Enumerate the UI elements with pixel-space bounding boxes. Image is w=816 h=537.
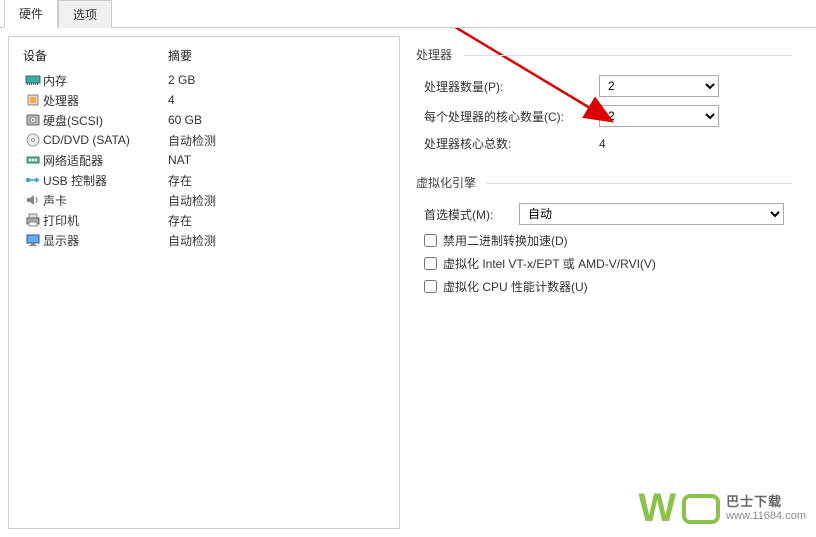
device-row[interactable]: 内存2 GB <box>9 70 399 90</box>
device-name: 处理器 <box>43 92 168 109</box>
device-name: USB 控制器 <box>43 172 168 189</box>
device-name: 硬盘(SCSI) <box>43 112 168 129</box>
device-summary: 2 GB <box>168 73 389 87</box>
cd-icon <box>23 133 43 147</box>
device-name: 内存 <box>43 72 168 89</box>
device-summary: 自动检测 <box>168 232 389 249</box>
header-summary: 摘要 <box>168 47 389 64</box>
device-row[interactable]: CD/DVD (SATA)自动检测 <box>9 130 399 150</box>
header-device: 设备 <box>23 47 168 64</box>
device-list-panel: 设备 摘要 内存2 GB处理器4硬盘(SCSI)60 GBCD/DVD (SAT… <box>8 36 400 529</box>
device-name: CD/DVD (SATA) <box>43 133 168 147</box>
usb-icon <box>23 173 43 187</box>
cb-virtualize-perf-label: 虚拟化 CPU 性能计数器(U) <box>443 278 588 295</box>
network-icon <box>23 153 43 167</box>
watermark-title: 巴士下载 <box>726 494 806 510</box>
cb-disable-accel[interactable] <box>424 234 437 247</box>
tab-hardware[interactable]: 硬件 <box>4 0 58 28</box>
printer-icon <box>23 213 43 227</box>
display-icon <box>23 233 43 247</box>
device-list-header: 设备 摘要 <box>9 41 399 70</box>
group-processor-title: 处理器 <box>416 46 792 63</box>
device-name: 打印机 <box>43 212 168 229</box>
device-name: 显示器 <box>43 232 168 249</box>
proc-count-label: 处理器数量(P): <box>424 78 599 95</box>
cores-label: 每个处理器的核心数量(C): <box>424 108 599 125</box>
device-summary: 自动检测 <box>168 192 389 209</box>
device-summary: 自动检测 <box>168 132 389 149</box>
device-summary: 存在 <box>168 172 389 189</box>
device-name: 声卡 <box>43 192 168 209</box>
proc-count-select[interactable]: 2 <box>599 75 719 97</box>
group-engine-title: 虚拟化引擎 <box>416 174 792 191</box>
device-row[interactable]: USB 控制器存在 <box>9 170 399 190</box>
watermark-logo-letter: W <box>638 486 676 531</box>
device-row[interactable]: 处理器4 <box>9 90 399 110</box>
watermark-url: www.11684.com <box>726 510 806 523</box>
device-row[interactable]: 声卡自动检测 <box>9 190 399 210</box>
watermark: W 巴士下载 www.11684.com <box>638 486 806 531</box>
cb-virtualize-perf[interactable] <box>424 280 437 293</box>
device-summary: 存在 <box>168 212 389 229</box>
tab-options[interactable]: 选项 <box>58 0 112 28</box>
cb-disable-accel-label: 禁用二进制转换加速(D) <box>443 232 568 249</box>
device-summary: 60 GB <box>168 113 389 127</box>
device-summary: NAT <box>168 153 389 167</box>
device-row[interactable]: 硬盘(SCSI)60 GB <box>9 110 399 130</box>
mode-select[interactable]: 自动 <box>519 203 784 225</box>
device-name: 网络适配器 <box>43 152 168 169</box>
total-cores-value: 4 <box>599 137 784 151</box>
memory-icon <box>23 73 43 87</box>
watermark-logo-box <box>682 494 720 524</box>
device-row[interactable]: 打印机存在 <box>9 210 399 230</box>
cores-select[interactable]: 2 <box>599 105 719 127</box>
device-summary: 4 <box>168 93 389 107</box>
cpu-icon <box>23 93 43 107</box>
cb-virtualize-vt[interactable] <box>424 257 437 270</box>
device-row[interactable]: 显示器自动检测 <box>9 230 399 250</box>
cb-virtualize-vt-label: 虚拟化 Intel VT-x/EPT 或 AMD-V/RVI(V) <box>443 255 656 272</box>
settings-panel: 处理器 处理器数量(P): 2 每个处理器的核心数量(C): 2 处理器核 <box>400 36 808 529</box>
mode-label: 首选模式(M): <box>424 206 519 223</box>
total-cores-label: 处理器核心总数: <box>424 135 599 152</box>
device-row[interactable]: 网络适配器NAT <box>9 150 399 170</box>
sound-icon <box>23 193 43 207</box>
disk-icon <box>23 113 43 127</box>
